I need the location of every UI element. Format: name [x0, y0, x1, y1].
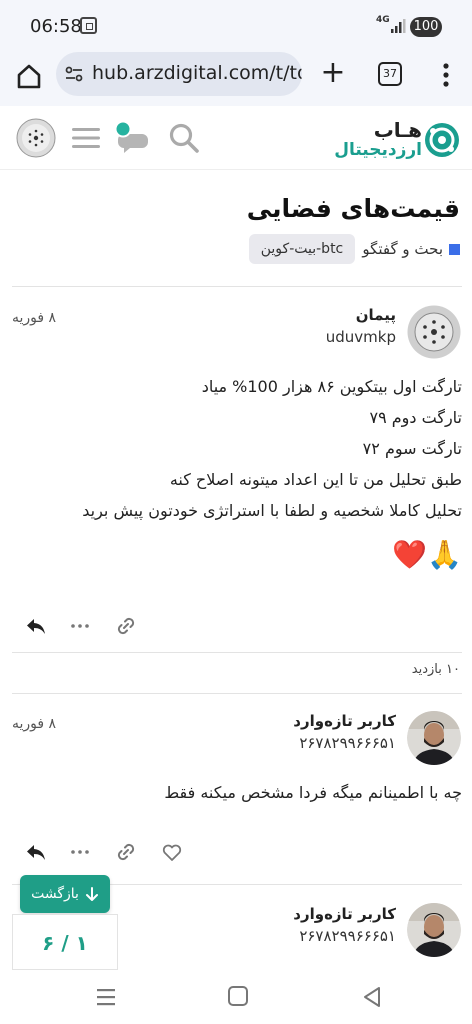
reply-icon[interactable] [24, 614, 48, 638]
post-handle: ۲۶۷۸۲۹۹۶۶۶۵۱ [299, 734, 396, 752]
avatar[interactable] [407, 305, 461, 359]
logo-text-bottom: ارزدیجیتال [334, 140, 422, 160]
system-nav-bar [0, 970, 472, 1024]
url-text: hub.arzdigital.com/t/top [92, 62, 302, 84]
signal-icon [391, 19, 406, 33]
post-username[interactable]: پیمان [356, 306, 396, 324]
more-vert-icon[interactable] [436, 60, 456, 90]
category-color-badge [449, 243, 460, 255]
post-handle: ۲۶۷۸۲۹۹۶۶۶۵۱ [299, 927, 396, 945]
post-line: تحلیل کاملا شخصیه و لطفا با استراتژی خود… [82, 501, 462, 520]
post-body: چه با اطمینانم میگه فردا مشخص میکنه فقط [164, 777, 462, 808]
divider [12, 286, 462, 287]
network-type: 4G [376, 15, 390, 25]
divider [12, 693, 462, 694]
category-link[interactable]: بحث و گفتگو [362, 240, 460, 258]
link-icon[interactable] [114, 614, 138, 638]
battery-indicator: 100 [410, 17, 442, 37]
back-button[interactable]: بازگشت [20, 875, 110, 913]
category-label: بحث و گفتگو [362, 240, 443, 258]
new-tab-button[interactable]: + [318, 58, 348, 88]
more-icon[interactable] [68, 840, 92, 864]
avatar[interactable] [407, 711, 461, 765]
logo-text-top: هـاب [373, 118, 422, 142]
site-settings-icon[interactable] [64, 64, 84, 84]
post-line: تارگت سوم ۷۲ [362, 439, 462, 458]
topic-progress[interactable]: ۱ / ۶ [12, 914, 118, 970]
post-date[interactable]: ۸ فوریه [12, 310, 56, 326]
user-avatar[interactable] [16, 118, 56, 158]
tab-switcher-button[interactable]: 37 [378, 62, 402, 86]
post-line: طبق تحلیل من تا این اعداد میتونه اصلاح ک… [169, 470, 462, 489]
post-emoji: 🙏❤️ [392, 538, 462, 571]
post-date[interactable]: ۸ فوریه [12, 716, 56, 732]
arrow-down-icon [85, 887, 98, 901]
browser-toolbar: hub.arzdigital.com/t/top + 37 [0, 52, 472, 106]
link-icon[interactable] [114, 840, 138, 864]
more-icon[interactable] [68, 614, 92, 638]
status-bar: 06:58 4G 100 [0, 0, 472, 52]
home-icon[interactable] [14, 61, 44, 91]
divider [12, 652, 462, 653]
page-title: قیمت‌های فضایی [246, 194, 460, 223]
back-nav-icon[interactable] [362, 986, 382, 1008]
search-icon[interactable] [168, 122, 200, 154]
status-time: 06:58 [30, 16, 82, 37]
post-username[interactable]: کاربر تازه‌وارد [293, 905, 396, 923]
avatar[interactable] [407, 903, 461, 957]
home-nav-icon[interactable] [228, 986, 248, 1006]
address-bar[interactable]: hub.arzdigital.com/t/top [56, 52, 302, 96]
post-handle: uduvmkp [325, 328, 396, 346]
screenshot-icon [80, 17, 97, 34]
post-body: تارگت اول بیتکوین ۸۶ هزار 100% میاد تارگ… [82, 371, 462, 578]
view-count: ۱۰ بازدید [411, 662, 460, 677]
post-line: چه با اطمینانم میگه فردا مشخص میکنه فقط [164, 783, 462, 802]
back-button-label: بازگشت [31, 886, 79, 902]
heart-icon[interactable] [160, 840, 184, 864]
post-line: تارگت اول بیتکوین ۸۶ هزار 100% میاد [201, 377, 462, 396]
logo-mark-icon [425, 123, 459, 157]
reply-icon[interactable] [24, 840, 48, 864]
recent-apps-icon[interactable] [96, 988, 116, 1006]
tag-chip[interactable]: بیت-کوین-btc [249, 234, 355, 264]
chat-icon[interactable] [114, 120, 154, 156]
hamburger-menu-icon[interactable] [72, 126, 100, 150]
site-header: هـاب ارزدیجیتال [0, 106, 472, 170]
post-username[interactable]: کاربر تازه‌وارد [293, 712, 396, 730]
site-logo[interactable]: هـاب ارزدیجیتال [334, 118, 462, 162]
post-line: تارگت دوم ۷۹ [369, 408, 463, 427]
